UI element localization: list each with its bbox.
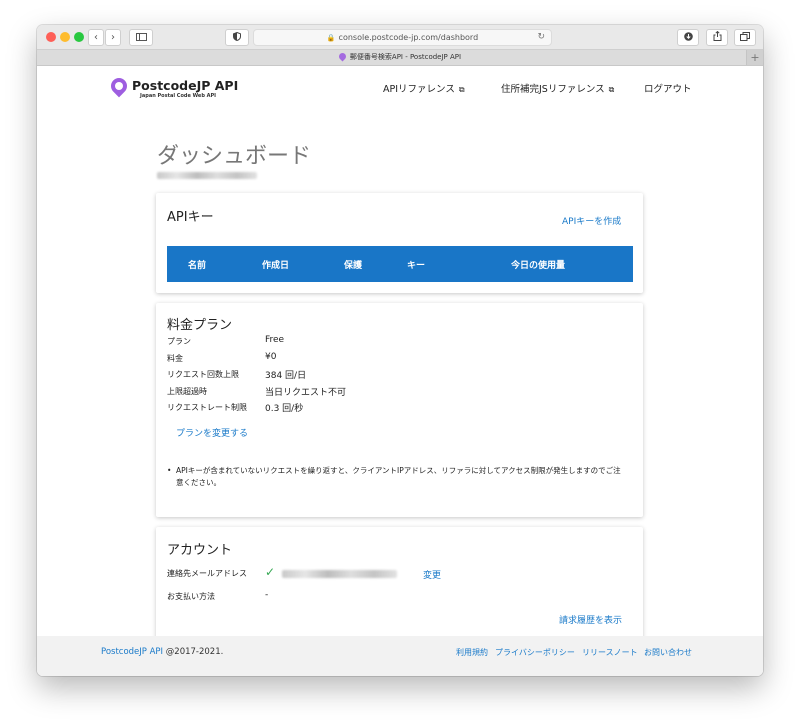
favicon-icon [337, 51, 348, 62]
nav-js-reference[interactable]: 住所補完JSリファレンス ⧉ [501, 81, 614, 95]
plan-card: 料金プラン プラン Free 料金 ¥0 リクエスト回数上限 384 回/日 上… [156, 303, 643, 517]
footer-brand-link[interactable]: PostcodeJP API [101, 647, 163, 657]
plan-row-value: 384 回/日 [265, 371, 307, 381]
plan-row-label: リクエストレート制限 [167, 403, 247, 412]
footer-link-terms[interactable]: 利用規約 [456, 647, 488, 658]
change-email-link[interactable]: 変更 [423, 568, 441, 581]
copyright-text: @2017-2021. [163, 647, 224, 657]
nav-logout[interactable]: ログアウト [644, 81, 692, 95]
site-footer: PostcodeJP API @2017-2021. 利用規約 プライバシーポリ… [37, 636, 763, 676]
api-keys-card: APIキー APIキーを作成 名前 作成日 保護 キー 今日の使用量 [156, 193, 643, 293]
minimize-window-button[interactable] [60, 32, 70, 42]
external-link-icon: ⧉ [608, 85, 615, 94]
blurred-account-id [157, 172, 257, 179]
browser-toolbar: ‹ › 🔒 console.postcode-jp.com/dashbord ↻ [37, 25, 763, 50]
url-text: console.postcode-jp.com/dashbord [338, 33, 479, 42]
column-protection: 保護 [344, 261, 363, 271]
chevron-left-icon: ‹ [94, 32, 98, 43]
note-text: APIキーが含まれていないリクエストを繰り返すと、クライアントIPアドレス、リフ… [176, 466, 621, 487]
billing-history-link[interactable]: 請求履歴を表示 [559, 613, 622, 626]
download-icon [683, 32, 693, 41]
create-api-key-link[interactable]: APIキーを作成 [562, 214, 621, 227]
bullet-icon: • [167, 466, 172, 475]
map-pin-icon [107, 74, 131, 98]
plan-row-label: 上限超過時 [167, 387, 207, 396]
tabs-button[interactable] [734, 29, 756, 46]
tab-title[interactable]: 郵便番号検索API - PostcodeJP API [350, 53, 461, 61]
nav-label: 住所補完JSリファレンス [501, 84, 605, 95]
sidebar-button[interactable] [129, 29, 153, 46]
footer-link-contact[interactable]: お問い合わせ [644, 647, 692, 658]
tab-bar: 郵便番号検索API - PostcodeJP API + [37, 50, 763, 66]
change-plan-link[interactable]: プランを変更する [176, 426, 248, 439]
column-name: 名前 [188, 261, 207, 271]
column-created: 作成日 [262, 261, 290, 271]
lock-icon: 🔒 [326, 34, 336, 42]
reload-icon[interactable]: ↻ [537, 30, 545, 45]
site-header: PostcodeJP API Japan Postal Code Web API… [37, 66, 763, 116]
main-content: ダッシュボード APIキー APIキーを作成 名前 作成日 保護 キー 今日の使… [37, 116, 763, 644]
plan-row-label: リクエスト回数上限 [167, 370, 239, 379]
plan-row-value: 当日リクエスト不可 [265, 388, 347, 398]
close-window-button[interactable] [46, 32, 56, 42]
shield-icon [233, 31, 241, 42]
access-limit-note: • APIキーが含まれていないリクエストを繰り返すと、クライアントIPアドレス、… [167, 465, 627, 489]
column-key: キー [407, 261, 426, 271]
logo-subtitle: Japan Postal Code Web API [140, 93, 217, 99]
email-label: 連絡先メールアドレス [167, 569, 247, 578]
plan-row-value: ¥0 [265, 352, 277, 362]
tabs-icon [740, 32, 750, 41]
page-title: ダッシュボード [157, 144, 312, 169]
footer-copyright: PostcodeJP API @2017-2021. [101, 647, 223, 657]
browser-window: ‹ › 🔒 console.postcode-jp.com/dashbord ↻ … [37, 25, 763, 676]
external-link-icon: ⧉ [458, 85, 465, 94]
payment-value: - [265, 590, 269, 600]
plan-row-value: 0.3 回/秒 [265, 404, 304, 414]
back-button[interactable]: ‹ [88, 29, 104, 46]
account-title: アカウント [167, 543, 233, 558]
zoom-window-button[interactable] [74, 32, 84, 42]
footer-link-release-notes[interactable]: リリースノート [582, 647, 638, 658]
share-button[interactable] [706, 29, 728, 46]
api-keys-title: APIキー [167, 210, 214, 225]
account-card: アカウント 連絡先メールアドレス ✓ 変更 お支払い方法 - 請求履歴を表示 [156, 527, 643, 644]
plan-row-value: Free [265, 335, 285, 345]
nav-label: APIリファレンス [383, 84, 455, 95]
logo-name: PostcodeJP API [132, 78, 239, 93]
nav-api-reference[interactable]: APIリファレンス ⧉ [383, 81, 465, 95]
forward-button[interactable]: › [105, 29, 121, 46]
plan-row-label: 料金 [167, 354, 183, 363]
page: PostcodeJP API Japan Postal Code Web API… [37, 66, 763, 676]
share-icon [713, 30, 721, 41]
api-keys-table-header: 名前 作成日 保護 キー 今日の使用量 [167, 246, 633, 282]
new-tab-button[interactable]: + [746, 50, 763, 65]
plan-row-label: プラン [167, 337, 191, 346]
chevron-right-icon: › [111, 32, 115, 43]
column-usage-today: 今日の使用量 [511, 261, 566, 271]
payment-label: お支払い方法 [167, 592, 215, 601]
address-bar[interactable]: 🔒 console.postcode-jp.com/dashbord ↻ [253, 29, 552, 46]
sidebar-icon [135, 33, 147, 41]
check-icon: ✓ [265, 565, 276, 579]
footer-link-privacy[interactable]: プライバシーポリシー [495, 647, 575, 658]
blurred-email [282, 570, 397, 578]
plan-title: 料金プラン [167, 318, 233, 333]
privacy-button[interactable] [225, 29, 249, 46]
download-button[interactable] [677, 29, 699, 46]
